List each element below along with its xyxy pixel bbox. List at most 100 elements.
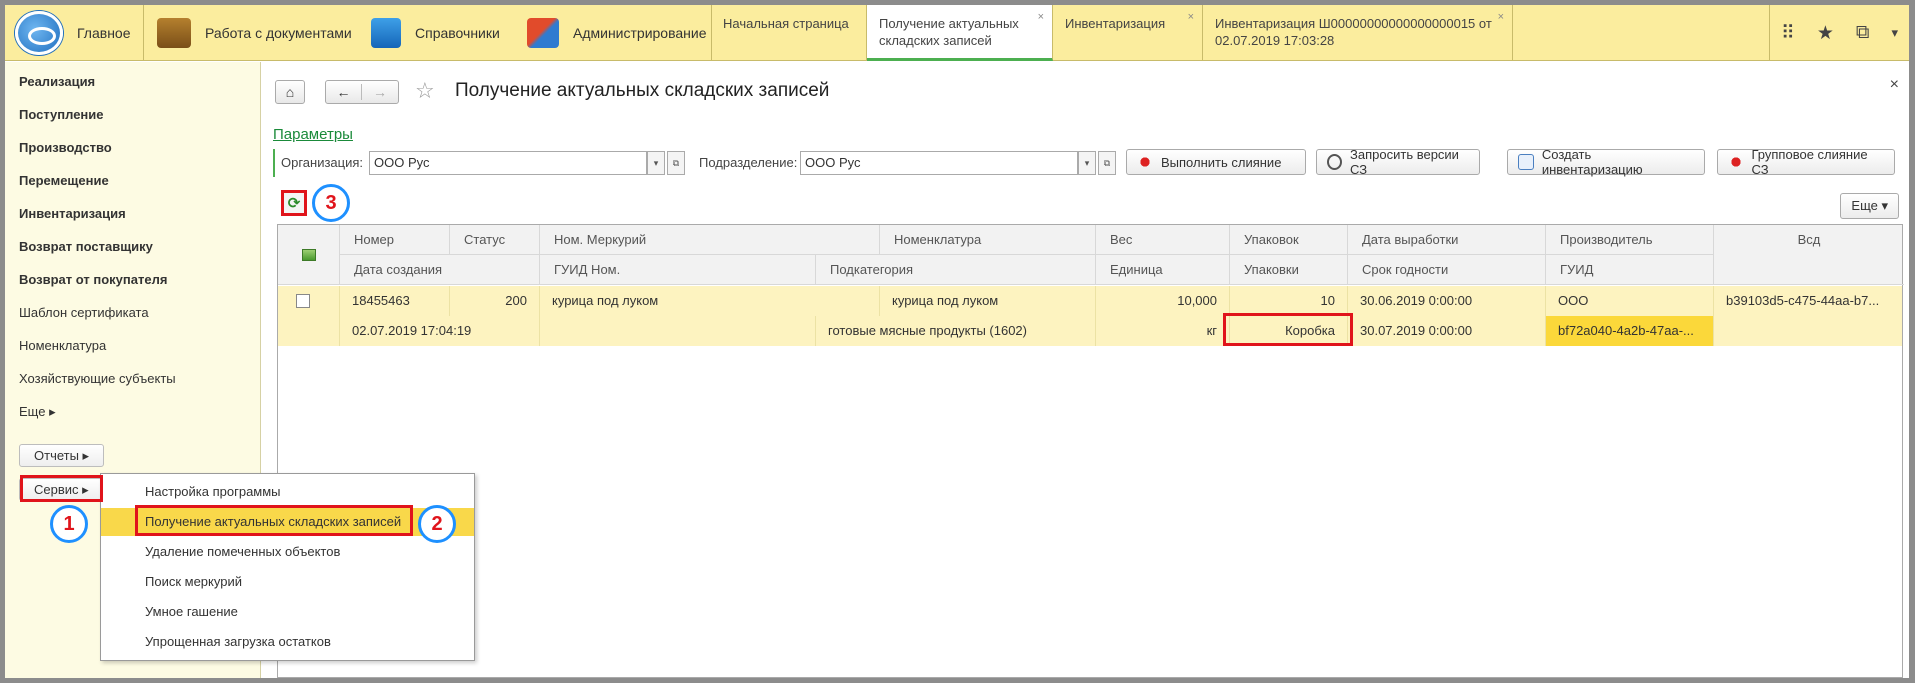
- cell-nomenclature: курица под луком: [880, 286, 1096, 316]
- col-number[interactable]: Номер: [340, 225, 450, 255]
- divider: [143, 5, 144, 61]
- refresh-button[interactable]: ⟳: [281, 190, 307, 216]
- sidebar-item-sales[interactable]: Реализация: [19, 74, 95, 89]
- tab-inventory-doc[interactable]: Инвентаризация Ш00000000000000000015 от …: [1203, 5, 1513, 61]
- sidebar-item-receipt[interactable]: Поступление: [19, 107, 104, 122]
- close-tab-icon[interactable]: ×: [1038, 9, 1044, 26]
- reports-button[interactable]: Отчеты ▸: [19, 444, 105, 467]
- tab-inventory[interactable]: Инвентаризация ×: [1053, 5, 1203, 61]
- forward-arrow-icon[interactable]: →: [362, 84, 398, 100]
- magnifier-icon: [1327, 154, 1343, 170]
- star-icon[interactable]: ★: [1817, 22, 1834, 45]
- close-tab-icon[interactable]: ×: [1498, 9, 1504, 26]
- request-versions-label: Запросить версии СЗ: [1350, 147, 1459, 177]
- sidebar-item-certificate-template[interactable]: Шаблон сертификата: [19, 305, 149, 320]
- sidebar-item-more[interactable]: Еще ▸: [19, 404, 56, 420]
- table-row[interactable]: 18455463 200 курица под луком курица под…: [278, 286, 1902, 346]
- callout-2: 2: [418, 505, 456, 543]
- cell-expiry: 30.07.2019 0:00:00: [1348, 316, 1546, 346]
- favorite-star-icon[interactable]: ☆: [415, 78, 435, 104]
- sidebar-item-production[interactable]: Производство: [19, 140, 112, 155]
- col-created[interactable]: Дата создания: [340, 255, 540, 285]
- col-pack-type[interactable]: Упаковки: [1230, 255, 1348, 285]
- chevron-down-icon[interactable]: ▾: [647, 151, 665, 175]
- row-select-cell: [278, 286, 340, 346]
- group-merge-label: Групповое слияние СЗ: [1751, 147, 1868, 177]
- logo-icon: [15, 11, 63, 55]
- highlight-pack-type: [1223, 313, 1353, 346]
- menu-item-smart-repay[interactable]: Умное гашение: [101, 598, 474, 626]
- params-group-bar: [273, 149, 275, 177]
- sidebar-item-nomenclature[interactable]: Номенклатура: [19, 338, 106, 353]
- cell-prod-date: 30.06.2019 0:00:00: [1348, 286, 1546, 316]
- col-weight[interactable]: Вес: [1096, 225, 1230, 255]
- history-nav: ← →: [325, 80, 399, 104]
- parameters-link[interactable]: Параметры: [273, 126, 353, 143]
- callout-1: 1: [50, 505, 88, 543]
- menu-item-simple-load[interactable]: Упрощенная загрузка остатков: [101, 628, 474, 656]
- section-references[interactable]: Справочники: [371, 5, 500, 61]
- tab-inventory-label: Инвентаризация: [1065, 16, 1166, 31]
- cell-weight: 10,000: [1096, 286, 1230, 316]
- col-status[interactable]: Статус: [450, 225, 540, 255]
- col-prod-date[interactable]: Дата выработки: [1348, 225, 1546, 255]
- sidebar-item-transfer[interactable]: Перемещение: [19, 173, 109, 188]
- cell-status: 200: [450, 286, 540, 316]
- open-icon[interactable]: ⧉: [667, 151, 685, 175]
- col-subcategory[interactable]: Подкатегория: [816, 255, 1096, 285]
- cell-number: 18455463: [340, 286, 450, 316]
- tools-icon: [527, 18, 559, 48]
- col-expiry[interactable]: Срок годности: [1348, 255, 1546, 285]
- sidebar-item-return-customer[interactable]: Возврат от покупателя: [19, 272, 167, 287]
- col-merc-nom[interactable]: Ном. Меркурий: [540, 225, 880, 255]
- chevron-down-icon[interactable]: ▾: [1078, 151, 1096, 175]
- section-documents[interactable]: Работа с документами: [157, 5, 352, 61]
- request-versions-button[interactable]: Запросить версии СЗ: [1316, 147, 1480, 177]
- merge-button[interactable]: Выполнить слияние: [1126, 149, 1306, 175]
- cell-unit: кг: [1096, 316, 1230, 346]
- tab-stock-records-label: Получение актуальных складских записей: [879, 16, 1019, 48]
- col-nomenclature[interactable]: Номенклатура: [880, 225, 1096, 255]
- cell-subcategory: готовые мясные продукты (1602): [816, 316, 1096, 346]
- col-guid-nom[interactable]: ГУИД Ном.: [540, 255, 816, 285]
- toolbar-right: ⠿ ★ ⧉ ▾: [1769, 5, 1909, 61]
- menu-item-delete-marked[interactable]: Удаление помеченных объектов: [101, 538, 474, 566]
- col-packs[interactable]: Упаковок: [1230, 225, 1348, 255]
- cell-merc-nom: курица под луком: [540, 286, 880, 316]
- sidebar-item-return-supplier[interactable]: Возврат поставщику: [19, 239, 153, 254]
- tab-home[interactable]: Начальная страница: [711, 5, 867, 61]
- chevron-down-icon[interactable]: ▾: [1891, 25, 1898, 41]
- organization-field[interactable]: ООО Рус: [369, 151, 647, 175]
- create-inventory-label: Создать инвентаризацию: [1541, 147, 1643, 177]
- cell-guid: bf72a040-4a2b-47aa-...: [1546, 316, 1714, 346]
- menu-item-settings[interactable]: Настройка программы: [101, 478, 474, 506]
- col-unit[interactable]: Единица: [1096, 255, 1230, 285]
- tab-stock-records[interactable]: Получение актуальных складских записей ×: [867, 5, 1053, 61]
- more-button[interactable]: Еще ▾: [1840, 193, 1899, 219]
- col-guid[interactable]: ГУИД: [1546, 255, 1714, 285]
- sidebar-item-inventory[interactable]: Инвентаризация: [19, 206, 126, 221]
- group-merge-button[interactable]: Групповое слияние СЗ: [1717, 147, 1895, 177]
- sidebar-item-entities[interactable]: Хозяйствующие субъекты: [19, 371, 176, 386]
- apps-grid-icon[interactable]: ⠿: [1781, 22, 1795, 45]
- section-main[interactable]: Главное: [15, 5, 131, 61]
- close-tab-icon[interactable]: ×: [1188, 9, 1194, 26]
- department-field[interactable]: ООО Рус: [800, 151, 1078, 175]
- create-inventory-button[interactable]: Создать инвентаризацию: [1507, 147, 1705, 177]
- col-producer[interactable]: Производитель: [1546, 225, 1714, 255]
- tab-home-label: Начальная страница: [723, 16, 849, 31]
- col-vsd[interactable]: Всд: [1714, 225, 1904, 285]
- highlight-menu-item: [135, 505, 413, 536]
- close-form-icon[interactable]: ×: [1890, 76, 1899, 94]
- menu-item-mercury-search[interactable]: Поиск меркурий: [101, 568, 474, 596]
- cell-packs: 10: [1230, 286, 1348, 316]
- dept-label: Подразделение:: [699, 155, 798, 170]
- history-icon[interactable]: ⧉: [1856, 22, 1870, 44]
- open-icon[interactable]: ⧉: [1098, 151, 1116, 175]
- select-all-icon[interactable]: [278, 225, 340, 285]
- cell-guid-nom: [540, 316, 816, 346]
- section-admin[interactable]: Администрирование: [527, 5, 707, 61]
- row-checkbox[interactable]: [296, 294, 310, 308]
- back-arrow-icon[interactable]: ←: [326, 84, 362, 100]
- home-button[interactable]: ⌂: [275, 80, 305, 104]
